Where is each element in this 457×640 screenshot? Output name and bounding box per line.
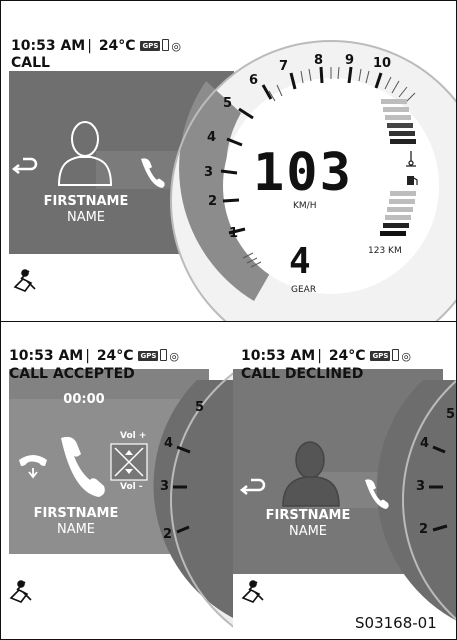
vol-down-label: Vol - xyxy=(120,482,143,492)
rider-icon xyxy=(241,580,264,603)
status-bar: 10:53 AM | 24°C GPS ◎ xyxy=(9,348,179,364)
time: 10:53 AM xyxy=(241,348,316,364)
time: 10:53 AM xyxy=(11,38,86,54)
screen-title: CALL xyxy=(11,55,50,71)
tach-label: 4 xyxy=(207,130,217,145)
speed-unit: KM/H xyxy=(293,201,317,211)
tach-label: 6 xyxy=(249,73,259,88)
status-bar: 10:53 AM | 24°C GPS ◎ xyxy=(241,348,411,364)
headset-icon: ◎ xyxy=(171,40,181,53)
gear-label: GEAR xyxy=(291,285,317,295)
tach-label: 2 xyxy=(208,194,218,209)
gps-icon: GPS xyxy=(140,41,161,51)
contact-firstname: FIRSTNAME xyxy=(33,506,119,521)
call-accepted-screen: 10:53 AM | 24°C GPS ◎ CALL ACCEPTED 00:00 … xyxy=(0,322,234,640)
tach-label: 4 xyxy=(164,436,174,451)
tach-label: 9 xyxy=(345,53,355,68)
phone-connected-icon xyxy=(162,39,170,51)
temperature: 24°C xyxy=(96,348,134,364)
screen-title: CALL DECLINED xyxy=(241,366,364,382)
speed-readout: 103 xyxy=(253,143,353,203)
tach-label: 7 xyxy=(279,59,289,74)
range-readout: 123 KM xyxy=(368,246,402,256)
phone-connected-icon xyxy=(392,349,400,361)
tach-label: 3 xyxy=(416,479,426,494)
time: 10:53 AM xyxy=(9,348,84,364)
contact-name: NAME xyxy=(288,524,328,539)
tach-label: 3 xyxy=(160,479,170,494)
gear-readout: 4 xyxy=(289,241,311,282)
temperature: 24°C xyxy=(98,38,136,54)
tach-label: 10 xyxy=(373,56,392,71)
figure-reference: S03168-01 xyxy=(355,614,437,632)
tach-label: 2 xyxy=(419,522,429,537)
tach-label: 5 xyxy=(195,400,205,415)
contact-name: NAME xyxy=(56,522,96,537)
volume-control-icon[interactable] xyxy=(110,443,148,481)
headset-icon: ◎ xyxy=(169,350,179,363)
tach-label: 5 xyxy=(446,407,456,422)
contact-firstname: FIRSTNAME xyxy=(43,194,129,209)
tach-label: 1 xyxy=(229,226,239,241)
call-screen: 10:53 AM | 24°C GPS ◎ CALL FIRSTNAME NAME … xyxy=(0,0,457,322)
status-bar: 10:53 AM | 24°C GPS ◎ xyxy=(11,38,181,54)
vol-up-label: Vol + xyxy=(120,431,147,441)
gps-icon: GPS xyxy=(138,351,159,361)
gps-icon: GPS xyxy=(370,351,391,361)
tach-label: 5 xyxy=(223,96,233,111)
call-timer: 00:00 xyxy=(63,392,105,407)
temperature: 24°C xyxy=(328,348,366,364)
tach-label: 4 xyxy=(420,436,430,451)
phone-connected-icon xyxy=(160,349,168,361)
headset-icon: ◎ xyxy=(401,350,411,363)
rider-icon xyxy=(9,580,32,603)
tach-label: 2 xyxy=(163,527,173,542)
tach-label: 3 xyxy=(204,165,214,180)
rider-icon xyxy=(13,269,36,292)
contact-name: NAME xyxy=(66,210,106,225)
screen-title: CALL ACCEPTED xyxy=(9,366,135,382)
call-declined-screen: 10:53 AM | 24°C GPS ◎ CALL DECLINED FIRSTN… xyxy=(233,322,457,640)
tach-label: 8 xyxy=(314,53,324,68)
contact-firstname: FIRSTNAME xyxy=(265,508,351,523)
